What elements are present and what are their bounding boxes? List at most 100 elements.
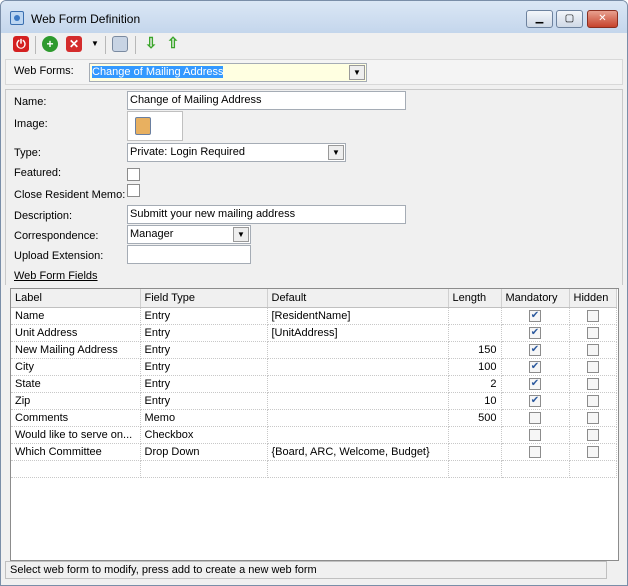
image-picker[interactable]: [127, 111, 183, 141]
empty-cell[interactable]: [140, 460, 268, 478]
add-icon[interactable]: +: [42, 36, 58, 52]
name-field[interactable]: Change of Mailing Address: [127, 91, 406, 110]
close-resident-memo-checkbox[interactable]: [127, 184, 140, 197]
move-down-icon[interactable]: ⇩: [143, 36, 159, 52]
cell-length[interactable]: [448, 426, 502, 444]
new-row[interactable]: [11, 460, 617, 478]
table-row[interactable]: Zip Entry 10 ✔: [11, 392, 617, 410]
cell-field-type[interactable]: Checkbox: [140, 426, 268, 444]
hidden-checkbox[interactable]: [586, 360, 599, 373]
mandatory-checkbox[interactable]: ✔: [529, 343, 541, 356]
cell-label[interactable]: Name: [11, 307, 141, 325]
table-row[interactable]: Comments Memo 500: [11, 409, 617, 427]
cell-default[interactable]: [267, 409, 449, 427]
column-header[interactable]: Length: [448, 289, 502, 308]
cell-default[interactable]: [267, 358, 449, 376]
cell-length[interactable]: 10: [448, 392, 502, 410]
cell-label[interactable]: Would like to serve on...: [11, 426, 141, 444]
cell-length[interactable]: 2: [448, 375, 502, 393]
cell-field-type[interactable]: Entry: [140, 358, 268, 376]
cell-length[interactable]: [448, 324, 502, 342]
cell-label[interactable]: City: [11, 358, 141, 376]
hidden-checkbox[interactable]: [586, 411, 599, 424]
mandatory-checkbox[interactable]: ✔: [529, 360, 541, 373]
delete-icon[interactable]: ✕: [66, 36, 82, 52]
hidden-checkbox[interactable]: [586, 309, 599, 322]
mandatory-checkbox[interactable]: ✔: [529, 309, 541, 322]
hidden-checkbox[interactable]: [586, 326, 599, 339]
cell-field-type[interactable]: Entry: [140, 307, 268, 325]
cell-field-type[interactable]: Drop Down: [140, 443, 268, 461]
empty-cell[interactable]: [267, 460, 449, 478]
close-button[interactable]: ✕: [587, 10, 618, 28]
cell-field-type[interactable]: Memo: [140, 409, 268, 427]
move-up-icon[interactable]: ⇧: [165, 36, 181, 52]
mandatory-checkbox[interactable]: ✔: [529, 394, 541, 407]
empty-cell[interactable]: [501, 460, 570, 478]
cell-length[interactable]: 100: [448, 358, 502, 376]
cell-length[interactable]: 150: [448, 341, 502, 359]
table-row[interactable]: State Entry 2 ✔: [11, 375, 617, 393]
table-row[interactable]: Unit Address Entry [UnitAddress] ✔: [11, 324, 617, 342]
mandatory-checkbox[interactable]: ✔: [529, 377, 541, 390]
cell-length[interactable]: [448, 443, 502, 461]
cell-label[interactable]: New Mailing Address: [11, 341, 141, 359]
cell-length[interactable]: 500: [448, 409, 502, 427]
empty-cell[interactable]: [448, 460, 502, 478]
mandatory-checkbox[interactable]: [529, 411, 541, 424]
minimize-button[interactable]: ▁: [526, 10, 553, 28]
table-row[interactable]: Name Entry [ResidentName] ✔: [11, 307, 617, 325]
cell-default[interactable]: [267, 375, 449, 393]
table-row[interactable]: City Entry 100 ✔: [11, 358, 617, 376]
column-header[interactable]: Field Type: [140, 289, 268, 308]
column-header[interactable]: Label: [11, 289, 141, 308]
cell-default[interactable]: [UnitAddress]: [267, 324, 449, 342]
cell-label[interactable]: Zip: [11, 392, 141, 410]
hidden-checkbox[interactable]: [586, 394, 599, 407]
table-row[interactable]: Would like to serve on... Checkbox: [11, 426, 617, 444]
hidden-checkbox[interactable]: [586, 343, 599, 356]
cell-label[interactable]: Which Committee: [11, 443, 141, 461]
column-header[interactable]: Default: [267, 289, 449, 308]
cell-label[interactable]: Comments: [11, 409, 141, 427]
power-icon[interactable]: ⏻: [13, 36, 29, 52]
table-row[interactable]: Which Committee Drop Down {Board, ARC, W…: [11, 443, 617, 461]
title-bar: Web Form Definition ▁ ▢ ✕: [1, 1, 627, 33]
table-row[interactable]: New Mailing Address Entry 150 ✔: [11, 341, 617, 359]
dropdown-arrow-icon[interactable]: ▼: [87, 36, 103, 52]
cell-default[interactable]: {Board, ARC, Welcome, Budget}: [267, 443, 449, 461]
cell-label[interactable]: Unit Address: [11, 324, 141, 342]
maximize-button[interactable]: ▢: [556, 10, 583, 28]
web-form-fields-link[interactable]: Web Form Fields: [14, 270, 98, 282]
upload-extension-field[interactable]: [127, 245, 251, 264]
column-header[interactable]: Hidden: [569, 289, 617, 308]
cell-default[interactable]: [267, 392, 449, 410]
chevron-down-icon[interactable]: ▼: [233, 227, 249, 242]
cell-default[interactable]: [ResidentName]: [267, 307, 449, 325]
mandatory-checkbox[interactable]: [529, 428, 541, 441]
copy-icon[interactable]: [112, 36, 128, 52]
mandatory-checkbox[interactable]: ✔: [529, 326, 541, 339]
hidden-checkbox[interactable]: [586, 428, 599, 441]
empty-cell[interactable]: [569, 460, 617, 478]
mandatory-checkbox[interactable]: [529, 445, 541, 458]
cell-length[interactable]: [448, 307, 502, 325]
featured-checkbox[interactable]: [127, 168, 140, 181]
web-forms-select[interactable]: Change of Mailing Address ▼: [89, 63, 367, 82]
cell-label[interactable]: State: [11, 375, 141, 393]
chevron-down-icon[interactable]: ▼: [349, 65, 365, 80]
cell-default[interactable]: [267, 426, 449, 444]
cell-field-type[interactable]: Entry: [140, 392, 268, 410]
description-field[interactable]: Submitt your new mailing address: [127, 205, 406, 224]
type-select[interactable]: Private: Login Required ▼: [127, 143, 346, 162]
chevron-down-icon[interactable]: ▼: [328, 145, 344, 160]
column-header[interactable]: Mandatory: [501, 289, 570, 308]
hidden-checkbox[interactable]: [586, 377, 599, 390]
empty-cell[interactable]: [11, 460, 141, 478]
hidden-checkbox[interactable]: [586, 445, 599, 458]
correspondence-select[interactable]: Manager ▼: [127, 225, 251, 244]
cell-field-type[interactable]: Entry: [140, 341, 268, 359]
cell-field-type[interactable]: Entry: [140, 375, 268, 393]
cell-default[interactable]: [267, 341, 449, 359]
cell-field-type[interactable]: Entry: [140, 324, 268, 342]
